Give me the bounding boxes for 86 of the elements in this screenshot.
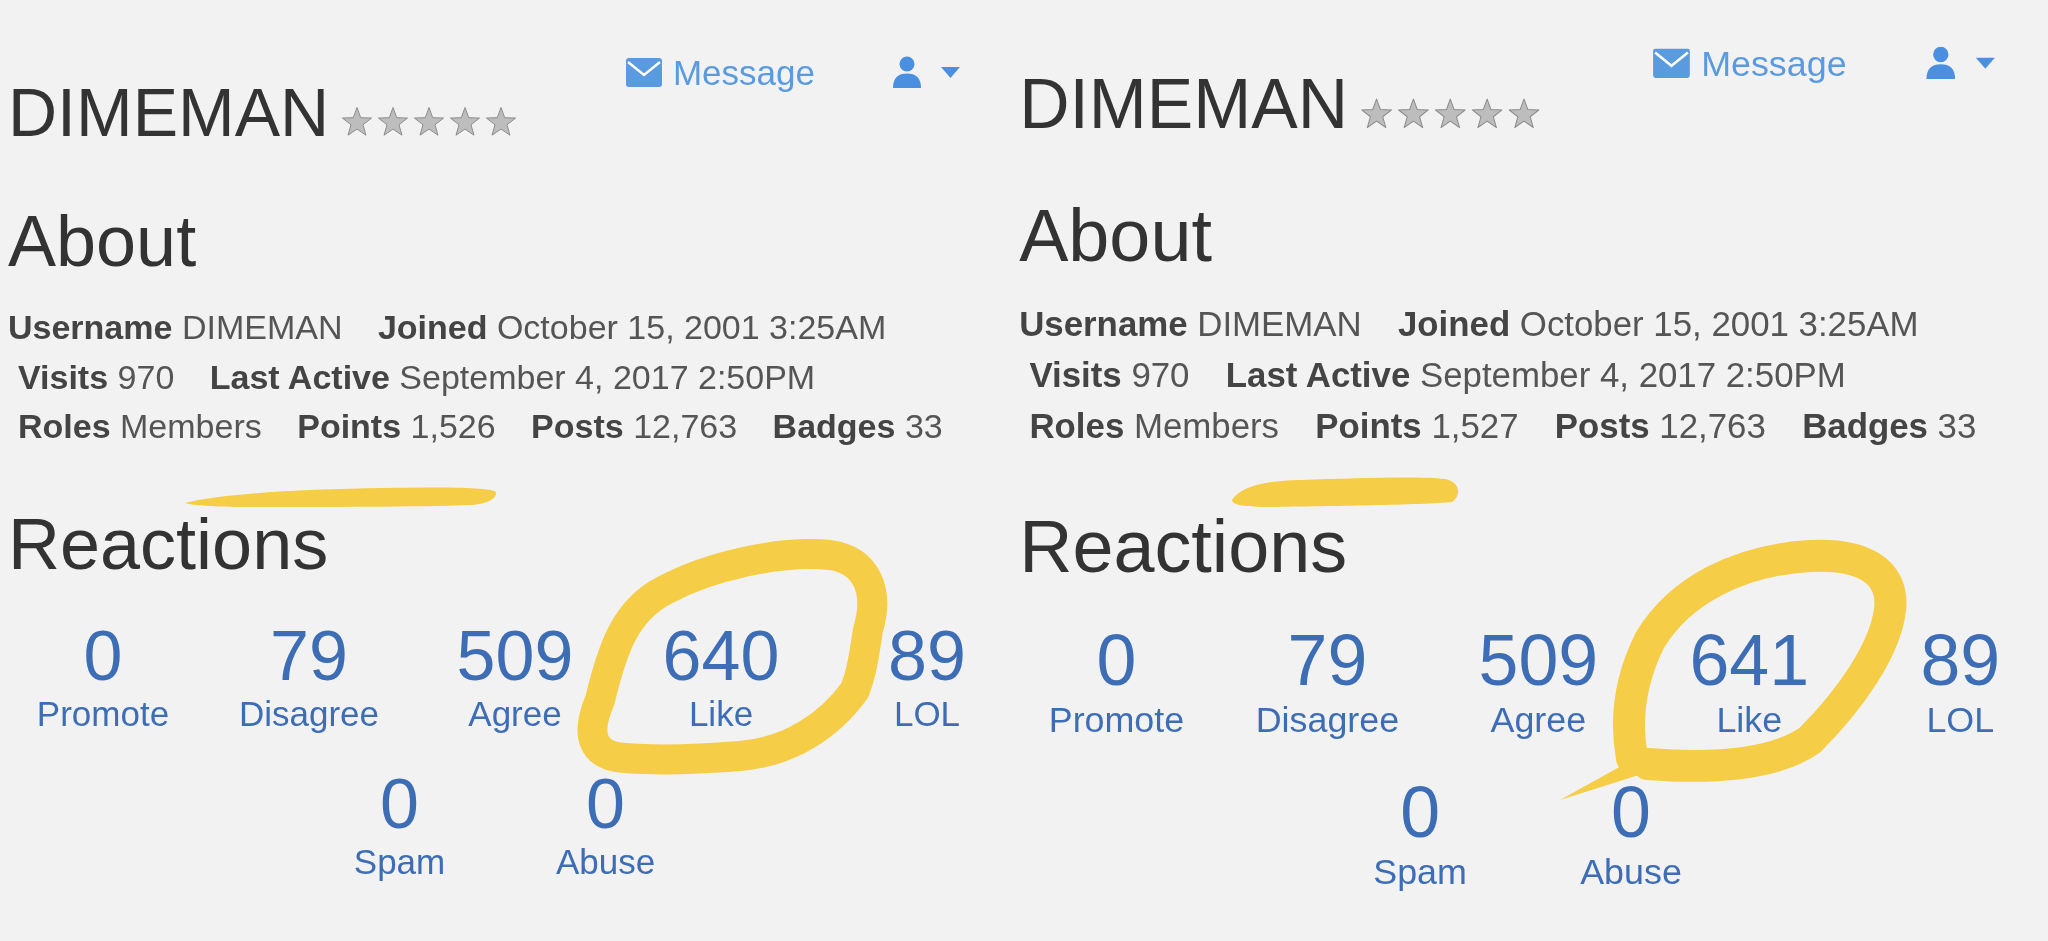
envelope-icon (1653, 47, 1690, 78)
reaction-count[interactable]: 89 (1920, 632, 2001, 688)
reaction-count[interactable]: 640 (662, 628, 780, 683)
field-label: Points (1315, 405, 1422, 445)
field-value: 970 (117, 357, 175, 396)
star-icon (1435, 98, 1466, 129)
field-value: 12,763 (1659, 405, 1766, 445)
reaction-count[interactable]: 79 (1287, 632, 1368, 688)
field-value: DIMEMAN (1197, 304, 1362, 344)
field-value: Members (1133, 405, 1280, 445)
section-heading: Reactions (8, 507, 329, 580)
user-icon (1925, 46, 1957, 80)
star-icon (1361, 98, 1393, 129)
field-label: Last Active (1225, 355, 1411, 394)
star-icon (342, 107, 373, 136)
star-icon (1471, 98, 1503, 129)
field-value: DIMEMAN (181, 308, 343, 346)
field-value: 33 (904, 407, 943, 445)
reaction-count[interactable]: 0 (1611, 784, 1651, 840)
field-label: Badges (1802, 405, 1928, 445)
reaction-count[interactable]: 0 (83, 628, 123, 683)
field-label: Roles (18, 407, 111, 445)
reaction-label[interactable]: Abuse (555, 840, 656, 883)
field-label: Posts (531, 407, 624, 445)
field-label: Visits (18, 357, 109, 396)
reaction-label[interactable]: Agree (1490, 698, 1587, 742)
star-icon (414, 107, 445, 136)
message-link[interactable]: Message (1653, 44, 1847, 81)
field-label: Joined (377, 308, 488, 346)
field-value: 1,526 (410, 407, 496, 445)
reaction-count[interactable]: 0 (1400, 784, 1440, 840)
reaction-count[interactable]: 0 (586, 776, 625, 831)
field-label: Roles (1029, 405, 1125, 445)
user-menu-button[interactable] (1925, 46, 1996, 80)
reaction-label[interactable]: Like (1716, 698, 1783, 742)
reaction-label[interactable]: Disagree (238, 692, 380, 735)
reaction-count[interactable]: 0 (1096, 632, 1137, 688)
section-heading: Reactions (1019, 508, 1348, 583)
field-label: Points (297, 407, 402, 445)
field-label: Posts (1554, 405, 1650, 445)
caret-icon (941, 66, 960, 78)
field-label: Last Active (209, 357, 390, 396)
reaction-label[interactable]: Disagree (1255, 698, 1400, 742)
reaction-label[interactable]: Spam (1373, 849, 1467, 893)
star-icon (1398, 98, 1429, 129)
reaction-label[interactable]: Spam (353, 840, 446, 883)
reaction-count[interactable]: 0 (380, 776, 419, 831)
field-value: 970 (1131, 355, 1190, 394)
field-value: 12,763 (633, 407, 738, 445)
reaction-count[interactable]: 641 (1689, 632, 1810, 688)
user-menu-button[interactable] (892, 56, 960, 88)
star-icon (450, 107, 481, 136)
reaction-label[interactable]: Promote (1048, 698, 1185, 742)
reaction-count[interactable]: 509 (1478, 632, 1599, 688)
field-label: Joined (1397, 304, 1511, 344)
reaction-label[interactable]: Agree (468, 692, 562, 735)
reaction-label[interactable]: Promote (36, 692, 170, 735)
field-label: Badges (772, 407, 896, 445)
star-icon (1508, 98, 1540, 129)
reaction-label[interactable]: LOL (893, 692, 961, 735)
field-value: September 4, 2017 2:50PM (399, 357, 816, 396)
caret-icon (1975, 57, 1996, 69)
star-icon (486, 107, 517, 136)
reaction-label[interactable]: Like (688, 692, 754, 735)
reaction-count[interactable]: 79 (270, 628, 348, 683)
field-value: 1,527 (1431, 405, 1519, 445)
field-label: Username (8, 308, 173, 346)
reaction-count[interactable]: 509 (456, 628, 574, 683)
envelope-icon (625, 57, 662, 87)
field-value: 33 (1937, 405, 1977, 445)
username-heading: DIMEMAN (1019, 68, 1348, 139)
reaction-count[interactable]: 89 (888, 628, 966, 683)
message-link[interactable]: Message (625, 54, 815, 90)
section-heading: About (8, 205, 197, 277)
field-label: Visits (1029, 355, 1122, 394)
section-heading: About (1019, 198, 1212, 273)
username-heading: DIMEMAN (8, 78, 330, 146)
user-icon (892, 56, 922, 88)
reaction-label[interactable]: Abuse (1580, 849, 1682, 893)
field-value: Members (120, 407, 262, 445)
star-icon (378, 107, 409, 136)
field-value: October 15, 2001 3:25AM (1519, 304, 1919, 344)
field-value: September 4, 2017 2:50PM (1419, 355, 1846, 394)
field-value: October 15, 2001 3:25AM (496, 308, 887, 346)
reaction-label[interactable]: LOL (1926, 698, 1995, 742)
field-label: Username (1019, 304, 1188, 344)
